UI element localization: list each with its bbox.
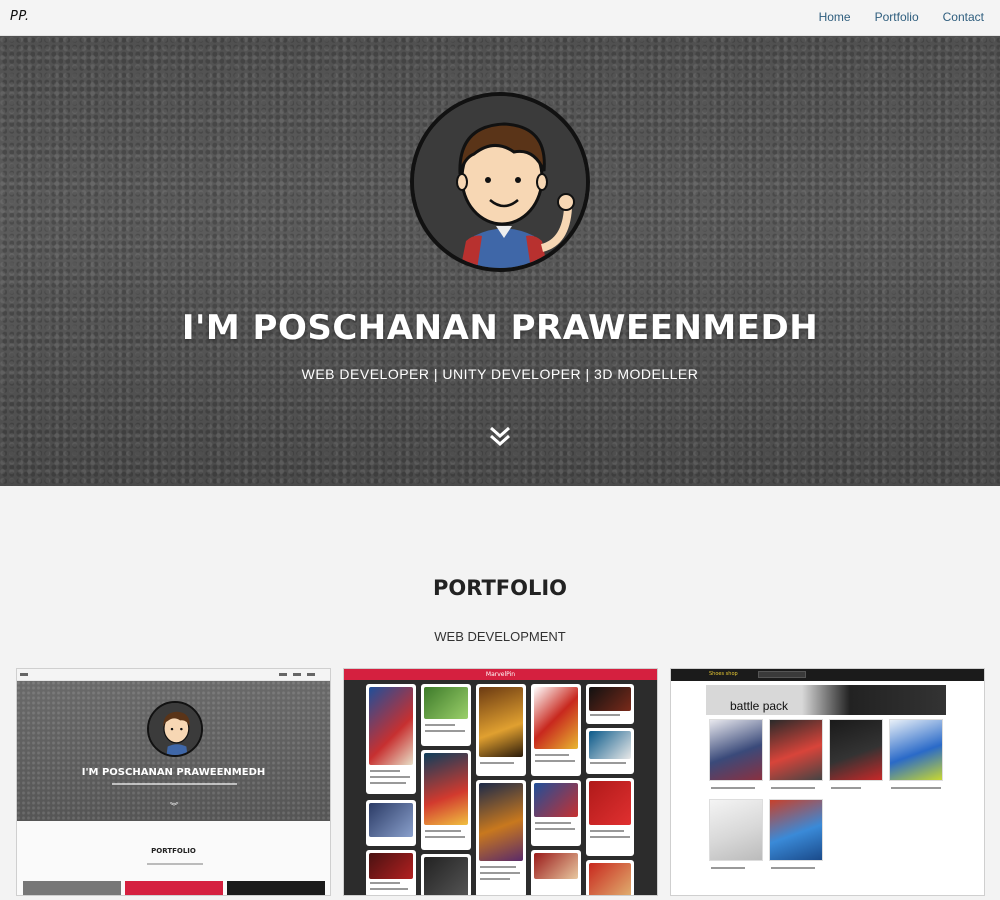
card-preview-thumb (23, 881, 121, 895)
brand-logo[interactable]: PP. (10, 9, 30, 24)
nav-link-home[interactable]: Home (819, 10, 851, 24)
cartoon-avatar-illustration (414, 96, 586, 268)
pin-tile (476, 780, 526, 895)
card-preview-hero: I'M POSCHANAN PRAWEENMEDH ︾ (17, 681, 330, 821)
card-preview-body: PORTFOLIO (17, 821, 330, 895)
avatar (410, 92, 590, 272)
card-preview-shop-bar: Shoes shop (671, 669, 984, 681)
product-thumb (709, 799, 763, 861)
portfolio-card-shoes-shop[interactable]: Shoes shop battle pack (670, 668, 985, 896)
portfolio-card-personal-site[interactable]: I'M POSCHANAN PRAWEENMEDH ︾ PORTFOLIO (16, 668, 331, 896)
hero-section: I'M POSCHANAN PRAWEENMEDH WEB DEVELOPER … (0, 36, 1000, 486)
pin-tile (531, 780, 581, 846)
portfolio-category: WEB DEVELOPMENT (434, 629, 566, 644)
nav-links: Home Portfolio Contact (819, 10, 984, 24)
top-navbar: PP. Home Portfolio Contact (0, 0, 1000, 36)
card-preview-avatar (147, 701, 203, 757)
product-thumb (769, 799, 823, 861)
card-preview-thumb (125, 881, 223, 895)
card-preview-portfolio-sub (147, 863, 203, 865)
pin-tile (586, 684, 634, 724)
card-preview-chevron-icon: ︾ (170, 802, 178, 811)
product-thumb (769, 719, 823, 781)
product-thumb (709, 719, 763, 781)
pin-tile (476, 684, 526, 776)
pin-tile (531, 684, 581, 776)
card-preview-search (758, 671, 806, 678)
pin-tile (586, 778, 634, 856)
pin-tile (421, 750, 471, 850)
chevron-double-down-icon[interactable] (488, 426, 512, 446)
hero-subtitle: WEB DEVELOPER | UNITY DEVELOPER | 3D MOD… (301, 366, 699, 382)
pin-tile (531, 850, 581, 895)
card-preview-banner: battle pack (706, 685, 946, 715)
nav-link-portfolio[interactable]: Portfolio (875, 10, 919, 24)
card-preview-title: I'M POSCHANAN PRAWEENMEDH (81, 767, 266, 778)
card-preview-navbar (17, 669, 330, 681)
portfolio-title: PORTFOLIO (432, 576, 568, 600)
pin-tile (421, 854, 471, 895)
card-preview-thumb (227, 881, 325, 895)
portfolio-card-marvelpin[interactable]: MarvelPin (343, 668, 658, 896)
pin-tile (366, 684, 416, 794)
card-preview-banner-text: battle pack (730, 699, 789, 713)
product-thumb (829, 719, 883, 781)
nav-link-contact[interactable]: Contact (943, 10, 984, 24)
hero-title: I'M POSCHANAN PRAWEENMEDH (181, 308, 819, 348)
card-preview-shop-logo: Shoes shop (709, 671, 738, 677)
card-preview-marvel-bar: MarvelPin (344, 669, 657, 680)
pin-tile (421, 684, 471, 746)
card-preview-pin-grid (344, 680, 657, 895)
pin-tile (366, 800, 416, 846)
pin-tile (366, 850, 416, 895)
card-preview-subtitle (112, 783, 237, 785)
pin-tile (586, 728, 634, 774)
product-thumb (889, 719, 943, 781)
card-preview-portfolio-title: PORTFOLIO (151, 847, 196, 855)
pin-tile (586, 860, 634, 895)
